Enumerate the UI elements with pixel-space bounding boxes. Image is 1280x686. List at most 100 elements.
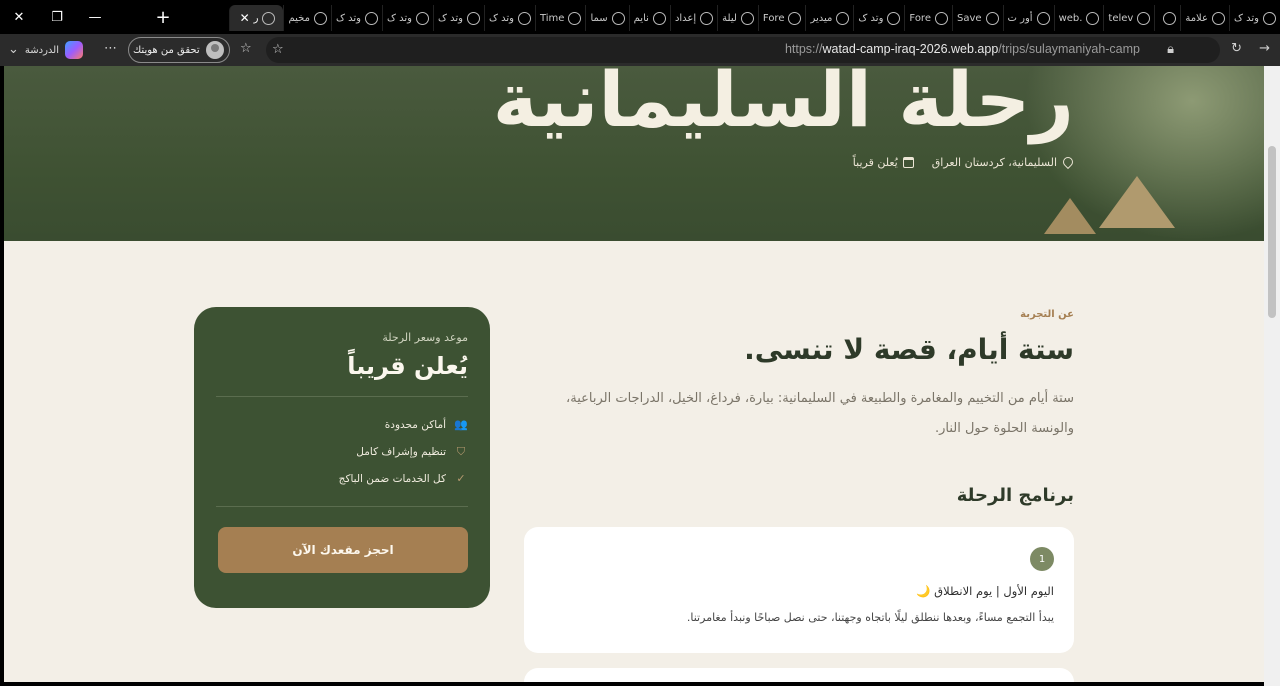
browser-tab[interactable]: web. [1053,5,1104,31]
browser-tab[interactable]: علامة [1180,5,1229,31]
globe-icon [313,11,327,25]
browser-tab[interactable]: Fore [904,5,952,31]
browser-tab[interactable] [1154,5,1180,31]
section-title: ستة أيام، قصة لا تنسى. [744,333,1074,366]
globe-icon [1263,11,1276,25]
chat-button[interactable]: ⌄ الدردشة [8,40,84,60]
tab-label: نايم [633,12,649,24]
tab-label: وتد ک [858,12,884,24]
booking-feature: 👥 أماكن محدودة [216,411,468,438]
avatar [205,41,224,59]
restore-window-icon[interactable]: ❐ [38,0,76,34]
day-heading: اليوم الأول | يوم الانطلاق 🌙 [916,584,1054,598]
minimize-window-icon[interactable]: — [76,0,114,34]
feature-label: أماكن محدودة [384,418,446,431]
tab-list: وتد ک علامة telev web. أور ت Save Fore وتد ک ميد… [180,4,1280,32]
booking-feature: ✓ كل الخدمات ضمن الباكج [216,465,468,492]
tab-label: telev [1108,12,1134,24]
new-tab-icon[interactable]: + [144,0,182,34]
tent-image [1044,198,1096,234]
booking-subtitle: موعد وسعر الرحلة [382,331,468,344]
divider [216,396,468,397]
page-title: رحلة السليمانية [492,66,1074,144]
url-field[interactable]: ☆ https://watad-camp-iraq-2026.web.app/t… [266,37,1220,63]
globe-icon [1163,11,1177,25]
browser-tab[interactable]: وتد ک [1229,5,1280,31]
browser-tab[interactable]: مخيم [283,5,330,31]
globe-icon [1036,11,1050,25]
browser-tab[interactable]: وتد ک [483,5,535,31]
browser-tab[interactable]: وتد ک [853,5,904,31]
identity-button[interactable]: تحقق من هويتك [128,37,230,63]
browser-tab[interactable]: سما [585,5,628,31]
browser-tab[interactable]: وتد ک [432,5,484,31]
chevron-down-icon[interactable]: ⌄ [8,42,19,58]
program-title: برنامج الرحلة [956,485,1074,506]
tab-label: ليلة [722,12,737,24]
refresh-icon[interactable]: ↻ [1231,41,1242,57]
browser-tab[interactable]: نايم [628,5,670,31]
browser-tab[interactable]: وتد ک [381,5,433,31]
browser-tab[interactable]: وتد ک [330,5,382,31]
browser-tab[interactable]: إعداد [669,5,717,31]
location-text: السليمانية، كردستان العراق [931,156,1057,169]
scrollbar[interactable] [1264,66,1280,686]
more-options-icon[interactable]: ⋯ [104,41,117,57]
booking-card: موعد وسعر الرحلة يُعلن قريباً 👥 أماكن مح… [194,307,490,608]
day-number-badge: 1 [1030,547,1054,571]
tab-label: سما [590,12,608,24]
globe-icon [568,11,582,25]
tab-active[interactable]: ✕ ر [228,5,284,31]
lock-icon[interactable]: 🔒︎ [1167,42,1174,58]
hero-date: يُعلن قريباً [853,156,914,169]
globe-icon [1086,11,1100,25]
globe-icon [700,11,714,25]
close-tab-icon[interactable]: ✕ [240,11,250,25]
tab-label: Fore [909,12,931,24]
tab-label: مخيم [288,12,310,24]
browser-tab[interactable]: ليلة [717,5,758,31]
globe-icon [887,11,901,25]
booking-feature: ⛉ تنظيم وإشراف كامل [216,438,468,465]
copilot-icon [65,41,84,59]
tab-label: علامة [1185,12,1208,24]
browser-tab[interactable]: ميدير [805,5,853,31]
tab-strip: ✕ ❐ — + وتد ک علامة telev web. أور ت Save Fore… [0,0,1280,34]
favorites-icon[interactable]: ☆ [240,41,252,57]
globe-icon [788,11,802,25]
day-card: 1 اليوم الأول | يوم الانطلاق 🌙 يبدأ التج… [524,527,1074,653]
back-icon[interactable]: → [1259,41,1270,57]
globe-icon [1137,11,1151,25]
hero-location: السليمانية، كردستان العراق [932,156,1072,169]
tab-label: وتد ک [335,12,361,24]
tab-label: وتد ک [437,12,463,24]
day-card [524,668,1074,682]
globe-icon [364,11,378,25]
globe-icon [466,11,480,25]
day-description: يبدأ التجمع مساءً، وبعدها ننطلق ليلًا با… [686,611,1054,624]
page-viewport: رحلة السليمانية السليمانية، كردستان العر… [4,66,1264,682]
section-kicker: عن التجربة [1020,309,1074,320]
globe-icon [517,11,531,25]
scrollbar-thumb[interactable] [1268,146,1276,318]
browser-tab[interactable]: أور ت [1002,5,1054,31]
book-seat-button[interactable]: احجز مقعدك الآن [218,527,468,573]
globe-icon [985,11,999,25]
hero-meta: السليمانية، كردستان العراق يُعلن قريباً [853,156,1072,169]
feature-label: كل الخدمات ضمن الباكج [338,472,446,485]
globe-icon [652,11,666,25]
tab-label: وتد ک [488,12,514,24]
browser-tab[interactable]: Time [534,5,585,31]
globe-icon [740,11,754,25]
browser-tab[interactable]: Save [951,5,1003,31]
tab-label: ميدير [810,12,833,24]
globe-icon [415,11,429,25]
tab-label: Fore [762,12,785,24]
browser-tab[interactable]: telev [1103,5,1154,31]
section-body: ستة أيام من التخييم والمغامرة والطبيعة ف… [566,391,1074,436]
close-window-icon[interactable]: ✕ [0,0,38,34]
tab-label: إعداد [674,12,697,24]
browser-tab[interactable]: Fore [757,5,806,31]
add-favorite-icon[interactable]: ☆ [272,42,284,58]
date-text: يُعلن قريباً [852,156,898,169]
